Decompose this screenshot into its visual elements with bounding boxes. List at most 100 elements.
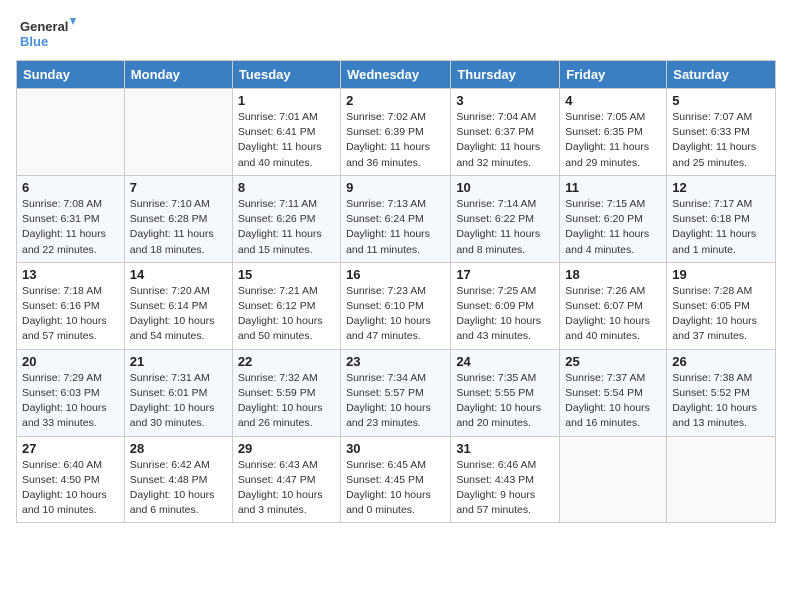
day-number: 16: [346, 267, 445, 282]
calendar-cell: 22 Sunrise: 7:32 AM Sunset: 5:59 PM Dayli…: [232, 349, 340, 436]
day-info: Sunrise: 7:07 AM Sunset: 6:33 PM Dayligh…: [672, 110, 770, 171]
day-header-sunday: Sunday: [17, 61, 125, 89]
calendar-cell: 28 Sunrise: 6:42 AM Sunset: 4:48 PM Dayli…: [124, 436, 232, 523]
day-info: Sunrise: 7:04 AM Sunset: 6:37 PM Dayligh…: [456, 110, 554, 171]
day-number: 31: [456, 441, 554, 456]
day-info: Sunrise: 7:08 AM Sunset: 6:31 PM Dayligh…: [22, 197, 119, 258]
day-number: 29: [238, 441, 335, 456]
day-number: 21: [130, 354, 227, 369]
calendar-cell: 24 Sunrise: 7:35 AM Sunset: 5:55 PM Dayli…: [451, 349, 560, 436]
calendar-cell: 30 Sunrise: 6:45 AM Sunset: 4:45 PM Dayli…: [341, 436, 451, 523]
day-header-friday: Friday: [560, 61, 667, 89]
day-number: 30: [346, 441, 445, 456]
day-number: 24: [456, 354, 554, 369]
day-number: 6: [22, 180, 119, 195]
calendar-cell: 31 Sunrise: 6:46 AM Sunset: 4:43 PM Dayli…: [451, 436, 560, 523]
calendar-cell: 29 Sunrise: 6:43 AM Sunset: 4:47 PM Dayli…: [232, 436, 340, 523]
day-info: Sunrise: 7:28 AM Sunset: 6:05 PM Dayligh…: [672, 284, 770, 345]
day-number: 1: [238, 93, 335, 108]
day-number: 22: [238, 354, 335, 369]
day-number: 18: [565, 267, 661, 282]
day-number: 13: [22, 267, 119, 282]
day-info: Sunrise: 7:34 AM Sunset: 5:57 PM Dayligh…: [346, 371, 445, 432]
day-header-wednesday: Wednesday: [341, 61, 451, 89]
day-number: 26: [672, 354, 770, 369]
day-number: 25: [565, 354, 661, 369]
day-info: Sunrise: 7:14 AM Sunset: 6:22 PM Dayligh…: [456, 197, 554, 258]
day-number: 10: [456, 180, 554, 195]
calendar-week-row: 20 Sunrise: 7:29 AM Sunset: 6:03 PM Dayli…: [17, 349, 776, 436]
day-info: Sunrise: 7:32 AM Sunset: 5:59 PM Dayligh…: [238, 371, 335, 432]
day-info: Sunrise: 7:37 AM Sunset: 5:54 PM Dayligh…: [565, 371, 661, 432]
calendar-cell: 19 Sunrise: 7:28 AM Sunset: 6:05 PM Dayli…: [667, 262, 776, 349]
calendar-cell: [667, 436, 776, 523]
calendar-cell: 20 Sunrise: 7:29 AM Sunset: 6:03 PM Dayli…: [17, 349, 125, 436]
day-number: 4: [565, 93, 661, 108]
day-info: Sunrise: 6:42 AM Sunset: 4:48 PM Dayligh…: [130, 458, 227, 519]
day-info: Sunrise: 6:45 AM Sunset: 4:45 PM Dayligh…: [346, 458, 445, 519]
calendar-cell: [17, 89, 125, 176]
day-number: 27: [22, 441, 119, 456]
day-header-thursday: Thursday: [451, 61, 560, 89]
calendar-cell: 26Sunrise: 7:38 AM Sunset: 5:52 PM Dayli…: [667, 349, 776, 436]
calendar-cell: 2Sunrise: 7:02 AM Sunset: 6:39 PM Daylig…: [341, 89, 451, 176]
calendar-cell: 8 Sunrise: 7:11 AM Sunset: 6:26 PM Daylig…: [232, 175, 340, 262]
day-number: 17: [456, 267, 554, 282]
calendar-cell: 3 Sunrise: 7:04 AM Sunset: 6:37 PM Daylig…: [451, 89, 560, 176]
calendar-week-row: 13 Sunrise: 7:18 AM Sunset: 6:16 PM Dayli…: [17, 262, 776, 349]
logo: General Blue: [20, 16, 76, 52]
day-info: Sunrise: 7:21 AM Sunset: 6:12 PM Dayligh…: [238, 284, 335, 345]
calendar-week-row: 6 Sunrise: 7:08 AM Sunset: 6:31 PM Daylig…: [17, 175, 776, 262]
day-info: Sunrise: 7:05 AM Sunset: 6:35 PM Dayligh…: [565, 110, 661, 171]
day-info: Sunrise: 7:15 AM Sunset: 6:20 PM Dayligh…: [565, 197, 661, 258]
calendar-cell: [124, 89, 232, 176]
day-info: Sunrise: 7:31 AM Sunset: 6:01 PM Dayligh…: [130, 371, 227, 432]
day-number: 23: [346, 354, 445, 369]
day-number: 3: [456, 93, 554, 108]
day-number: 2: [346, 93, 445, 108]
calendar-cell: 4 Sunrise: 7:05 AM Sunset: 6:35 PM Daylig…: [560, 89, 667, 176]
day-info: Sunrise: 7:13 AM Sunset: 6:24 PM Dayligh…: [346, 197, 445, 258]
day-info: Sunrise: 7:29 AM Sunset: 6:03 PM Dayligh…: [22, 371, 119, 432]
day-number: 28: [130, 441, 227, 456]
calendar-cell: 21 Sunrise: 7:31 AM Sunset: 6:01 PM Dayli…: [124, 349, 232, 436]
day-info: Sunrise: 7:17 AM Sunset: 6:18 PM Dayligh…: [672, 197, 770, 258]
calendar-cell: 10 Sunrise: 7:14 AM Sunset: 6:22 PM Dayli…: [451, 175, 560, 262]
calendar-cell: 1Sunrise: 7:01 AM Sunset: 6:41 PM Daylig…: [232, 89, 340, 176]
day-info: Sunrise: 7:25 AM Sunset: 6:09 PM Dayligh…: [456, 284, 554, 345]
day-number: 11: [565, 180, 661, 195]
day-info: Sunrise: 6:46 AM Sunset: 4:43 PM Dayligh…: [456, 458, 554, 519]
calendar-wrap: SundayMondayTuesdayWednesdayThursdayFrid…: [0, 60, 792, 539]
calendar-cell: 23 Sunrise: 7:34 AM Sunset: 5:57 PM Dayli…: [341, 349, 451, 436]
calendar-cell: 15 Sunrise: 7:21 AM Sunset: 6:12 PM Dayli…: [232, 262, 340, 349]
calendar-cell: 5 Sunrise: 7:07 AM Sunset: 6:33 PM Daylig…: [667, 89, 776, 176]
day-header-monday: Monday: [124, 61, 232, 89]
day-number: 7: [130, 180, 227, 195]
day-number: 12: [672, 180, 770, 195]
calendar-cell: 6 Sunrise: 7:08 AM Sunset: 6:31 PM Daylig…: [17, 175, 125, 262]
calendar-table: SundayMondayTuesdayWednesdayThursdayFrid…: [16, 60, 776, 523]
page-header: General Blue: [0, 0, 792, 60]
logo-svg: General Blue: [20, 16, 76, 52]
day-info: Sunrise: 7:18 AM Sunset: 6:16 PM Dayligh…: [22, 284, 119, 345]
day-number: 5: [672, 93, 770, 108]
day-info: Sunrise: 7:11 AM Sunset: 6:26 PM Dayligh…: [238, 197, 335, 258]
svg-text:General: General: [20, 19, 68, 34]
day-number: 8: [238, 180, 335, 195]
day-info: Sunrise: 7:35 AM Sunset: 5:55 PM Dayligh…: [456, 371, 554, 432]
day-info: Sunrise: 7:20 AM Sunset: 6:14 PM Dayligh…: [130, 284, 227, 345]
day-number: 15: [238, 267, 335, 282]
calendar-cell: 11 Sunrise: 7:15 AM Sunset: 6:20 PM Dayli…: [560, 175, 667, 262]
calendar-cell: 12 Sunrise: 7:17 AM Sunset: 6:18 PM Dayli…: [667, 175, 776, 262]
calendar-cell: 16Sunrise: 7:23 AM Sunset: 6:10 PM Dayli…: [341, 262, 451, 349]
calendar-cell: 9 Sunrise: 7:13 AM Sunset: 6:24 PM Daylig…: [341, 175, 451, 262]
calendar-week-row: 1Sunrise: 7:01 AM Sunset: 6:41 PM Daylig…: [17, 89, 776, 176]
calendar-cell: 13 Sunrise: 7:18 AM Sunset: 6:16 PM Dayli…: [17, 262, 125, 349]
day-info: Sunrise: 6:43 AM Sunset: 4:47 PM Dayligh…: [238, 458, 335, 519]
day-header-saturday: Saturday: [667, 61, 776, 89]
day-number: 9: [346, 180, 445, 195]
calendar-cell: 17 Sunrise: 7:25 AM Sunset: 6:09 PM Dayli…: [451, 262, 560, 349]
calendar-week-row: 27Sunrise: 6:40 AM Sunset: 4:50 PM Dayli…: [17, 436, 776, 523]
day-number: 20: [22, 354, 119, 369]
day-number: 19: [672, 267, 770, 282]
